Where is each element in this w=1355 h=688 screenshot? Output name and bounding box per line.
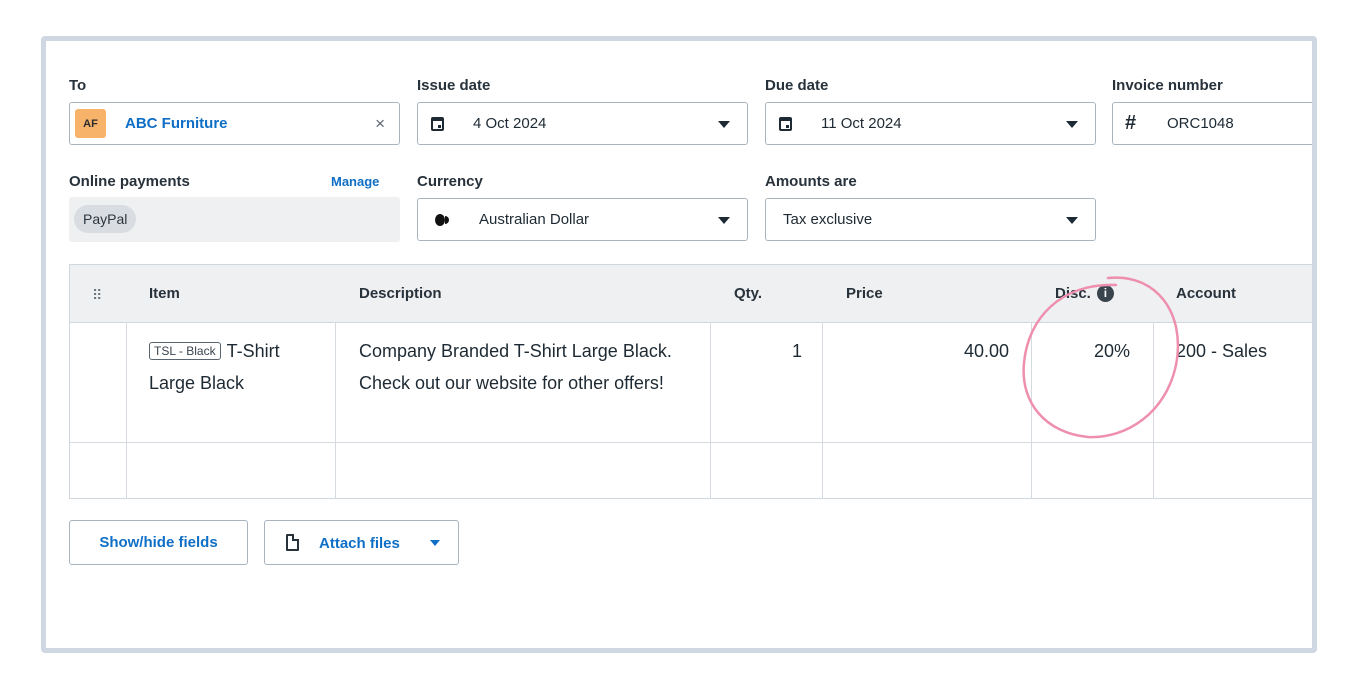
clear-contact-icon[interactable]: × <box>375 114 385 134</box>
calendar-icon <box>431 117 444 131</box>
contact-field[interactable]: AF ABC Furniture × <box>69 102 400 145</box>
issue-date-value: 4 Oct 2024 <box>473 115 547 132</box>
attach-files-button[interactable]: Attach files <box>264 520 459 565</box>
drag-handle-icon[interactable]: ⠿ <box>92 287 102 304</box>
due-date-label: Due date <box>765 77 829 94</box>
chevron-down-icon <box>430 540 440 546</box>
qty-cell[interactable]: 1 <box>722 335 802 367</box>
due-date-picker[interactable]: 11 Oct 2024 <box>765 102 1096 145</box>
chevron-down-icon <box>1066 121 1078 128</box>
currency-label: Currency <box>417 173 483 190</box>
issue-date-label: Issue date <box>417 77 491 94</box>
invoice-number-input[interactable]: # ORC1048 <box>1112 102 1312 145</box>
document-icon <box>286 534 299 551</box>
description-cell[interactable]: Company Branded T-Shirt Large Black. Che… <box>359 335 689 399</box>
header-price: Price <box>846 285 883 302</box>
item-cell[interactable]: TSL - Black T-Shirt Large Black <box>149 335 324 399</box>
invoice-panel: To AF ABC Furniture × Issue date 4 Oct 2… <box>41 36 1317 653</box>
contact-avatar: AF <box>75 109 106 138</box>
header-item: Item <box>149 285 180 302</box>
issue-date-picker[interactable]: 4 Oct 2024 <box>417 102 748 145</box>
invoice-number-label: Invoice number <box>1112 77 1223 94</box>
online-payments-label: Online payments <box>69 173 190 190</box>
show-hide-label: Show/hide fields <box>99 534 218 551</box>
due-date-value: 11 Oct 2024 <box>821 115 902 132</box>
to-label: To <box>69 77 87 94</box>
annotation-circle <box>1022 276 1180 439</box>
attach-files-label: Attach files <box>319 535 400 552</box>
chevron-down-icon <box>1066 217 1078 224</box>
currency-value: Australian Dollar <box>479 211 590 228</box>
header-description: Description <box>359 285 442 302</box>
show-hide-fields-button[interactable]: Show/hide fields <box>69 520 248 565</box>
calendar-icon <box>779 117 792 131</box>
contact-name[interactable]: ABC Furniture <box>125 115 228 132</box>
chevron-down-icon <box>718 121 730 128</box>
price-cell[interactable]: 40.00 <box>834 335 1009 367</box>
chevron-down-icon <box>718 217 730 224</box>
invoice-number-value: ORC1048 <box>1167 115 1234 132</box>
manage-link[interactable]: Manage <box>331 174 379 189</box>
paypal-badge: PayPal <box>74 205 137 233</box>
currency-select[interactable]: Australian Dollar <box>417 198 748 241</box>
amounts-select[interactable]: Tax exclusive <box>765 198 1096 241</box>
currency-icon <box>435 214 449 226</box>
item-code-badge: TSL - Black <box>149 342 221 360</box>
hash-icon: # <box>1125 112 1137 134</box>
amounts-value: Tax exclusive <box>783 211 873 228</box>
account-cell[interactable]: 200 - Sales <box>1176 335 1312 367</box>
online-payments-box: PayPal <box>69 197 400 242</box>
amounts-are-label: Amounts are <box>765 173 857 190</box>
header-qty: Qty. <box>734 285 763 302</box>
